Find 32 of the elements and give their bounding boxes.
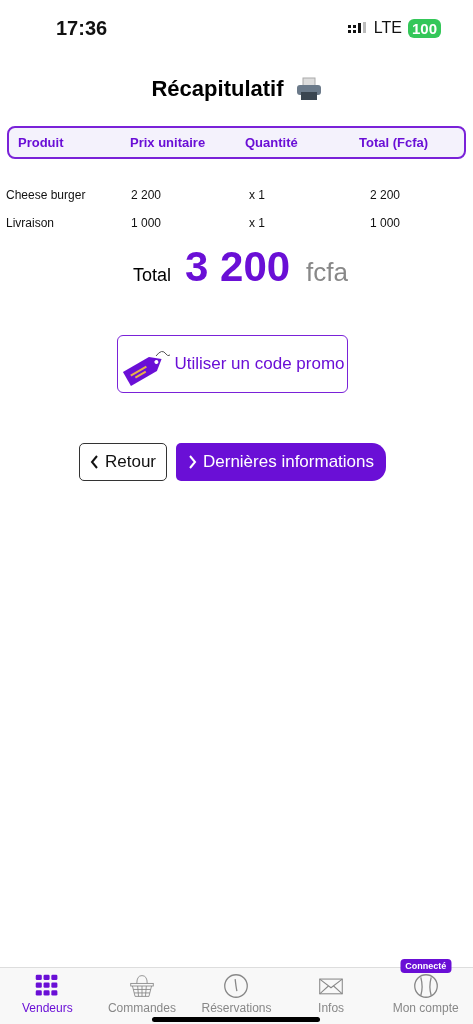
printer-icon xyxy=(295,77,322,101)
back-button[interactable]: Retour xyxy=(78,443,167,481)
table-cell-text: 1 000 xyxy=(131,216,163,230)
battery-indicator: 100 xyxy=(407,18,441,38)
table-cell-text: Cheese burger xyxy=(6,188,87,202)
column-header: Total (Fcfa) xyxy=(359,135,430,150)
table-cell-text: x 1 xyxy=(249,188,266,202)
total-amount: 3 200 xyxy=(185,243,291,291)
column-header: Produit xyxy=(18,135,65,150)
status-badge: Connecté xyxy=(400,959,452,973)
currency-label: fcfa xyxy=(306,257,349,288)
column-header: Prix unitaire xyxy=(130,135,207,150)
table-cell-text: 2 200 xyxy=(370,188,402,202)
tab-item[interactable]: Vendeurs xyxy=(0,968,95,1024)
table-cell-text: 2 200 xyxy=(131,188,163,202)
chevron-icon xyxy=(89,455,99,469)
basket-icon xyxy=(128,973,155,999)
network-label: LTE xyxy=(373,19,402,37)
tab-item[interactable]: Commandes xyxy=(94,968,190,1024)
table-cell-text: Livraison xyxy=(6,216,56,230)
chevron-icon xyxy=(188,455,197,469)
signal-icon xyxy=(347,22,368,34)
user-icon xyxy=(412,973,439,999)
status-time: 17:36 xyxy=(56,16,108,40)
next-button[interactable]: Dernières informations xyxy=(176,443,386,481)
table-cell-text: 1 000 xyxy=(370,216,402,230)
page-title: Récapitulatif xyxy=(151,76,284,102)
total-label: Total xyxy=(132,265,171,286)
column-header: Quantité xyxy=(245,135,299,150)
table-cell-text: x 1 xyxy=(249,216,266,230)
promo-code-button[interactable]: Utiliser un code promo xyxy=(117,335,348,393)
clock-icon xyxy=(223,973,250,999)
